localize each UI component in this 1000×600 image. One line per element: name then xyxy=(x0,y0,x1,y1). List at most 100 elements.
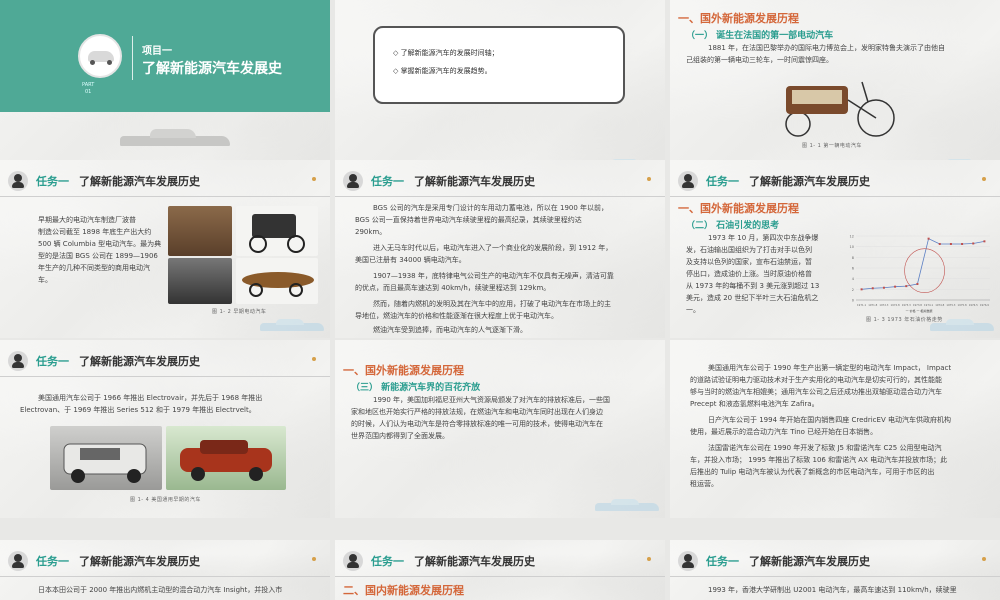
y-tick-label: 6 xyxy=(852,267,854,271)
x-tick-label: 1974.1 xyxy=(924,303,933,307)
task-title: 了解新能源汽车发展历史 xyxy=(79,175,200,188)
task-label: 任务一 xyxy=(36,175,69,188)
paragraph-line: 进入无马车时代以后，电动汽车进入了一个商业化的发展阶段，到 1912 年， xyxy=(373,244,613,252)
figure-caption: 图 1- 4 美国通用早期的汽车 xyxy=(130,497,201,503)
car-decoration xyxy=(930,318,994,334)
x-tick-label: 1973.8 xyxy=(913,303,922,307)
data-point xyxy=(938,243,941,245)
x-tick-label: 1971.1 xyxy=(857,303,866,307)
paragraph-line: 美国通用汽车公司于 1990 年生产出第一辆定型的电动汽车 Impact， Im… xyxy=(708,364,952,372)
slide-header: 任务一 了解新能源汽车发展历史 xyxy=(8,550,200,572)
x-tick-label: 1976.5 xyxy=(969,303,978,307)
data-point xyxy=(905,285,908,288)
section-heading: 一、国外新能源发展历程 xyxy=(678,202,799,215)
x-tick-label: 1975.8 xyxy=(958,303,967,307)
car-graphic xyxy=(120,128,230,150)
early-car-photo-1 xyxy=(168,206,232,256)
task-title: 了解新能源汽车发展历史 xyxy=(414,555,535,568)
paragraph-line: BGS 公司一直保持着世界电动汽车续驶里程的最高纪录，其续驶里程约达 xyxy=(355,216,582,224)
paragraph-line: 的道路试验证明电力驱动技术对于生产实用化的电动汽车是切实可行的，其性能能 xyxy=(690,376,942,384)
slide-6[interactable]: 任务一 了解新能源汽车发展历史 一、国外新能源发展历程 （二） 石油引发的思考 … xyxy=(670,160,1000,338)
slide-header: 任务一 了解新能源汽车发展历史 xyxy=(343,550,535,572)
figure-caption: 图 1- 1 第一辆电动汽车 xyxy=(802,143,862,149)
section-heading: 一、国外新能源发展历程 xyxy=(343,364,464,377)
task-title: 了解新能源汽车发展历史 xyxy=(749,175,870,188)
paragraph-line: 美元，造成 20 世纪下半叶三大石油危机之 xyxy=(686,294,819,302)
x-tick-label: 1972.8 xyxy=(891,303,900,307)
section-heading: 一、国外新能源发展历程 xyxy=(678,12,799,25)
task-title: 了解新能源汽车发展历史 xyxy=(79,355,200,368)
paragraph-line: 日本本田公司于 2000 年推出内燃机主动型的混合动力汽车 Insight，并投… xyxy=(38,586,283,594)
task-title: 了解新能源汽车发展历史 xyxy=(749,555,870,568)
paragraph-line: 够与当时的燃油汽车相媲美；通用汽车公司之后还成功推出双轴驱动混合动力汽车 xyxy=(690,388,942,396)
slide-5[interactable]: 任务一 了解新能源汽车发展历史 BGS 公司的汽车是采用专门设计的车用动力蓄电池… xyxy=(335,160,665,338)
paragraph-line: 后推出的 Tulip 电动汽车被认为代表了新概念的市区电动汽车，可用于市区的出 xyxy=(690,468,935,476)
paragraph-line: 的优点，而且最高车速达到 40km/h，续驶里程达到 129km。 xyxy=(355,284,551,292)
car-icon xyxy=(88,51,114,65)
slide-9[interactable]: 美国通用汽车公司于 1990 年生产出第一辆定型的电动汽车 Impact， Im… xyxy=(670,340,1000,518)
slide-header: 任务一 了解新能源汽车发展历史 xyxy=(8,170,200,192)
section-heading: 二、国内新能源发展历程 xyxy=(343,584,464,597)
paragraph-line: 1907—1938 年，底特律电气公司生产的电动汽车不仅具有无噪声，清洁可靠 xyxy=(373,272,614,280)
user-icon xyxy=(343,171,363,191)
task-title: 了解新能源汽车发展历史 xyxy=(414,175,535,188)
slide-header: 任务一 了解新能源汽车发展历史 xyxy=(8,350,200,372)
objective-1: ◇ 了解新能源汽车的发展时间轴； xyxy=(393,49,499,57)
car-decoration xyxy=(595,498,659,514)
paragraph-line: 型的是法国 BGS 公司在 1899—1906 xyxy=(38,252,158,260)
early-car-photo-2 xyxy=(236,206,318,256)
slide-4[interactable]: 任务一 了解新能源汽车发展历史 早期最大的电动汽车制造厂波普 制造公司截至 18… xyxy=(0,160,330,338)
data-point xyxy=(961,243,964,245)
paragraph-line: 1973 年 10 月，第四次中东战争爆 xyxy=(708,234,819,242)
y-tick-label: 4 xyxy=(852,277,855,281)
paragraph-line: BGS 公司的汽车是采用专门设计的车用动力蓄电池，所以在 1900 年以前， xyxy=(373,204,609,212)
slide-header: 任务一 了解新能源汽车发展历史 xyxy=(678,550,870,572)
slide-1[interactable]: 项目一 了解新能源汽车发展史 PART 01 xyxy=(0,0,330,178)
slide-3[interactable]: 一、国外新能源发展历程 （一） 诞生在法国的第一部电动汽车 1881 年，在法国… xyxy=(670,0,1000,178)
paragraph-line: 从 1973 年的每桶不到 3 美元涨到超过 13 xyxy=(686,282,820,290)
car-decoration xyxy=(260,318,324,334)
x-tick-label: 1975.3 xyxy=(946,303,955,307)
slide-8[interactable]: 一、国外新能源发展历程 （三） 新能源汽车界的百花齐放 1990 年，美国加利福… xyxy=(335,340,665,518)
data-point xyxy=(860,288,863,291)
data-point xyxy=(871,287,874,290)
paragraph-line: 导地位，燃油汽车的价格和性能逐渐在很大程度上优于电动汽车。 xyxy=(355,312,558,320)
y-tick-label: 10 xyxy=(850,245,854,249)
paragraph-line: 及支持以色列的国家，宣布石油禁运，暂 xyxy=(686,258,812,266)
paragraph-line: 家和地区也开始实行严格的排放法规，在燃油汽车和电动汽车同时出现在人们身边 xyxy=(351,408,603,416)
paragraph-line: 美国通用汽车公司于 1966 年推出 Electrovair，并先后于 1968… xyxy=(38,394,263,402)
subsection-heading: （三） 新能源汽车界的百花齐放 xyxy=(351,383,481,393)
x-tick-label: 1976.9 xyxy=(980,303,989,307)
paragraph-line: 500 辆 Columbia 型电动汽车。最为典 xyxy=(38,240,162,248)
x-tick-label: 1971.8 xyxy=(868,303,877,307)
paragraph-line: 制造公司截至 1898 年底生产出大约 xyxy=(38,228,152,236)
slide-10[interactable]: 任务一 了解新能源汽车发展历史 日本本田公司于 2000 年推出内燃机主动型的混… xyxy=(0,540,330,600)
user-icon xyxy=(8,351,28,371)
paragraph-line: Electrovan、于 1969 年推出 Series 512 和于 1979… xyxy=(20,406,256,414)
slide-7[interactable]: 任务一 了解新能源汽车发展历史 美国通用汽车公司于 1966 年推出 Elect… xyxy=(0,340,330,518)
paragraph-line: 发，石油输出国组织为了打击对手以色列 xyxy=(686,246,812,254)
task-title: 了解新能源汽车发展历史 xyxy=(79,555,200,568)
slide-2[interactable]: ◇ 了解新能源汽车的发展时间轴； ◇ 掌握新能源汽车的发展趋势。 xyxy=(335,0,665,178)
data-point xyxy=(894,285,897,288)
task-label: 任务一 xyxy=(371,175,404,188)
paragraph-line: 的时候，人们认为电动汽车是符合零排放标准的唯一可用的技术，使得电动汽车在 xyxy=(351,420,603,428)
figure-caption: 图 1- 2 早期电动汽车 xyxy=(212,309,267,315)
paragraph-line: 290km。 xyxy=(355,228,387,236)
paragraph-line: Precept 和液态氢燃料电池汽车 Zafira。 xyxy=(690,400,819,408)
objectives-box: ◇ 了解新能源汽车的发展时间轴； ◇ 掌握新能源汽车的发展趋势。 xyxy=(373,26,625,104)
part-label: PART 01 xyxy=(82,82,95,95)
paragraph-line: 停出口，造成油价上涨。当时原油价格曾 xyxy=(686,270,812,278)
paragraph-line: 车。 xyxy=(38,276,52,284)
paragraph-line: 然而，随着内燃机的发明及其在汽车中的应用，打破了电动汽车在市场上的主 xyxy=(373,300,611,308)
x-tick-label: 1974.8 xyxy=(935,303,944,307)
slide-12[interactable]: 任务一 了解新能源汽车发展历史 1993 年，香港大学研制出 U2001 电动汽… xyxy=(670,540,1000,600)
slide-header: 任务一 了解新能源汽车发展历史 xyxy=(678,170,870,192)
data-point xyxy=(972,242,975,245)
data-point xyxy=(882,286,885,289)
slide-11[interactable]: 任务一 了解新能源汽车发展历史 二、国内新能源发展历程 xyxy=(335,540,665,600)
x-tick-label: 1972.3 xyxy=(879,303,888,307)
oil-price-chart: 0246810121971.1 1971.8 1972.3 1972.8 1973.3 1… xyxy=(850,235,990,313)
task-label: 任务一 xyxy=(36,355,69,368)
user-icon xyxy=(8,171,28,191)
